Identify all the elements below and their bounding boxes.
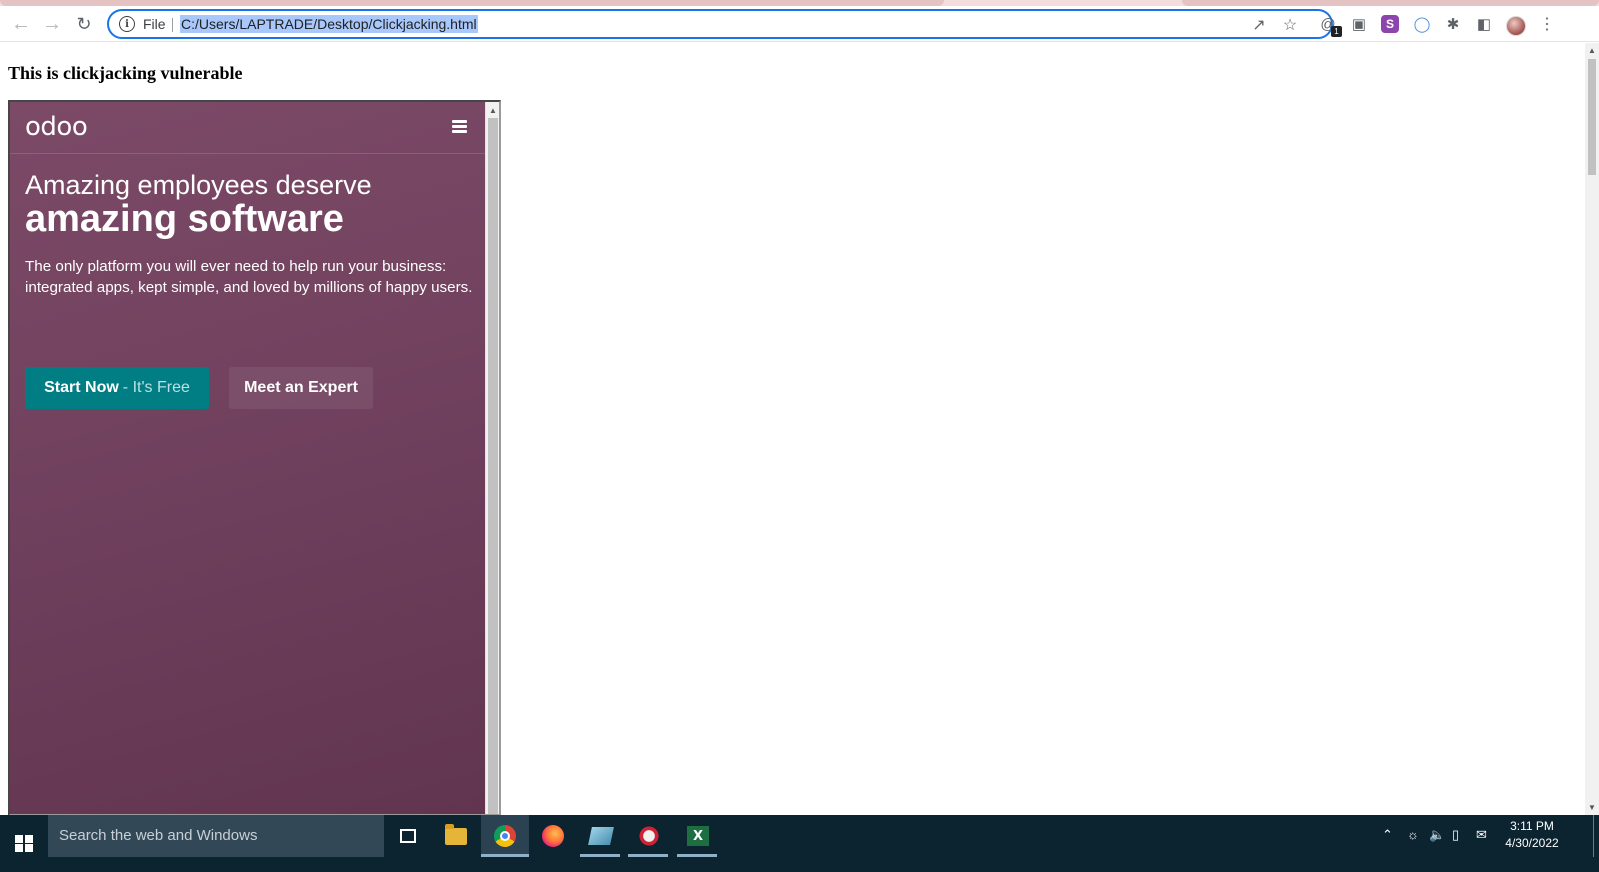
snipping-tool-icon[interactable] [636,823,662,849]
notification-icon[interactable]: ✉ [1476,827,1487,843]
iframe-scroll-thumb[interactable] [488,118,498,814]
tray-chevron-up-icon[interactable]: ⌃ [1382,827,1393,843]
reload-button[interactable]: ↻ [72,12,96,36]
page-scrollbar[interactable]: ▲ ▼ [1585,43,1599,815]
chrome-taskbar-icon[interactable] [481,815,529,857]
menu-kebab-icon[interactable]: ⋮ [1535,12,1559,36]
task-view-icon[interactable] [395,823,421,849]
volume-icon[interactable]: 🔈 [1429,827,1445,843]
page-heading: This is clickjacking vulnerable [8,63,243,83]
clock-date: 4/30/2022 [1505,836,1559,850]
hamburger-menu-icon[interactable] [452,120,467,133]
extension-s-icon[interactable]: S [1381,15,1399,33]
extension-badge: 1 [1331,26,1342,37]
forward-button[interactable]: → [40,12,64,36]
share-icon[interactable]: ↗ [1248,14,1270,36]
firefox-icon[interactable] [540,823,566,849]
extension-circle-icon[interactable]: ◯ [1410,12,1434,36]
scheme-label: File [143,16,166,32]
start-button[interactable] [0,815,48,872]
clock-time: 3:11 PM [1510,819,1554,833]
omnibox-divider [172,18,173,32]
page-scroll-up-icon[interactable]: ▲ [1588,46,1596,55]
start-now-label: Start Now [44,379,119,396]
scroll-up-arrow-icon[interactable]: ▲ [489,106,497,115]
iframe-scrollbar[interactable]: ▲ [485,102,499,814]
address-bar[interactable]: i File C:/Users/LAPTRADE/Desktop/Clickja… [107,9,1333,39]
taskbar-search-placeholder: Search the web and Windows [59,827,258,844]
file-explorer-icon[interactable] [443,823,469,849]
extensions-puzzle-icon[interactable]: ✱ [1441,12,1465,36]
app-running-indicator [580,854,620,857]
embedded-iframe[interactable]: odoo Amazing employees deserve amazing s… [8,100,501,816]
taskbar-search-box[interactable]: Search the web and Windows [48,815,384,857]
site-info-icon[interactable]: i [119,16,135,32]
windows-taskbar: Search the web and Windows X ⌃ ☼ 🔈 ▯ ✉ 3… [0,815,1599,872]
page-scroll-thumb[interactable] [1588,59,1596,175]
show-desktop-button[interactable] [1593,815,1594,857]
extension-at-icon[interactable]: @1 [1316,12,1342,37]
start-now-suffix: - It's Free [122,379,190,396]
url-text[interactable]: C:/Users/LAPTRADE/Desktop/Clickjacking.h… [180,15,478,33]
odoo-header: odoo [10,102,485,154]
app-running-indicator [628,854,668,857]
page-scroll-down-icon[interactable]: ▼ [1588,803,1596,812]
page-viewport: This is clickjacking vulnerable odoo Ama… [0,43,1599,816]
odoo-page: odoo Amazing employees deserve amazing s… [10,102,485,814]
generic-app-icon[interactable] [588,823,614,849]
start-now-button[interactable]: Start Now - It's Free [25,367,209,409]
chrome-active-indicator [481,854,529,857]
hero-description: The only platform you will ever need to … [25,258,473,296]
extension-screen-icon[interactable]: ▣ [1347,12,1371,36]
network-icon[interactable]: ☼ [1407,827,1419,842]
battery-icon[interactable]: ▯ [1452,827,1459,843]
excel-icon[interactable]: X [685,823,711,849]
browser-toolbar: ← → ↻ i File C:/Users/LAPTRADE/Desktop/C… [0,6,1599,42]
app-running-indicator [677,854,717,857]
side-panel-icon[interactable]: ◧ [1472,12,1496,36]
hero-title-line1: Amazing employees deserve [25,170,372,200]
meet-expert-button[interactable]: Meet an Expert [229,367,373,409]
bookmark-star-icon[interactable]: ☆ [1279,14,1301,36]
profile-avatar[interactable] [1506,16,1526,36]
hero-title-line2: amazing software [25,198,344,240]
system-clock[interactable]: 3:11 PM 4/30/2022 [1488,818,1576,852]
back-button[interactable]: ← [9,12,33,36]
odoo-logo[interactable]: odoo [25,112,88,142]
